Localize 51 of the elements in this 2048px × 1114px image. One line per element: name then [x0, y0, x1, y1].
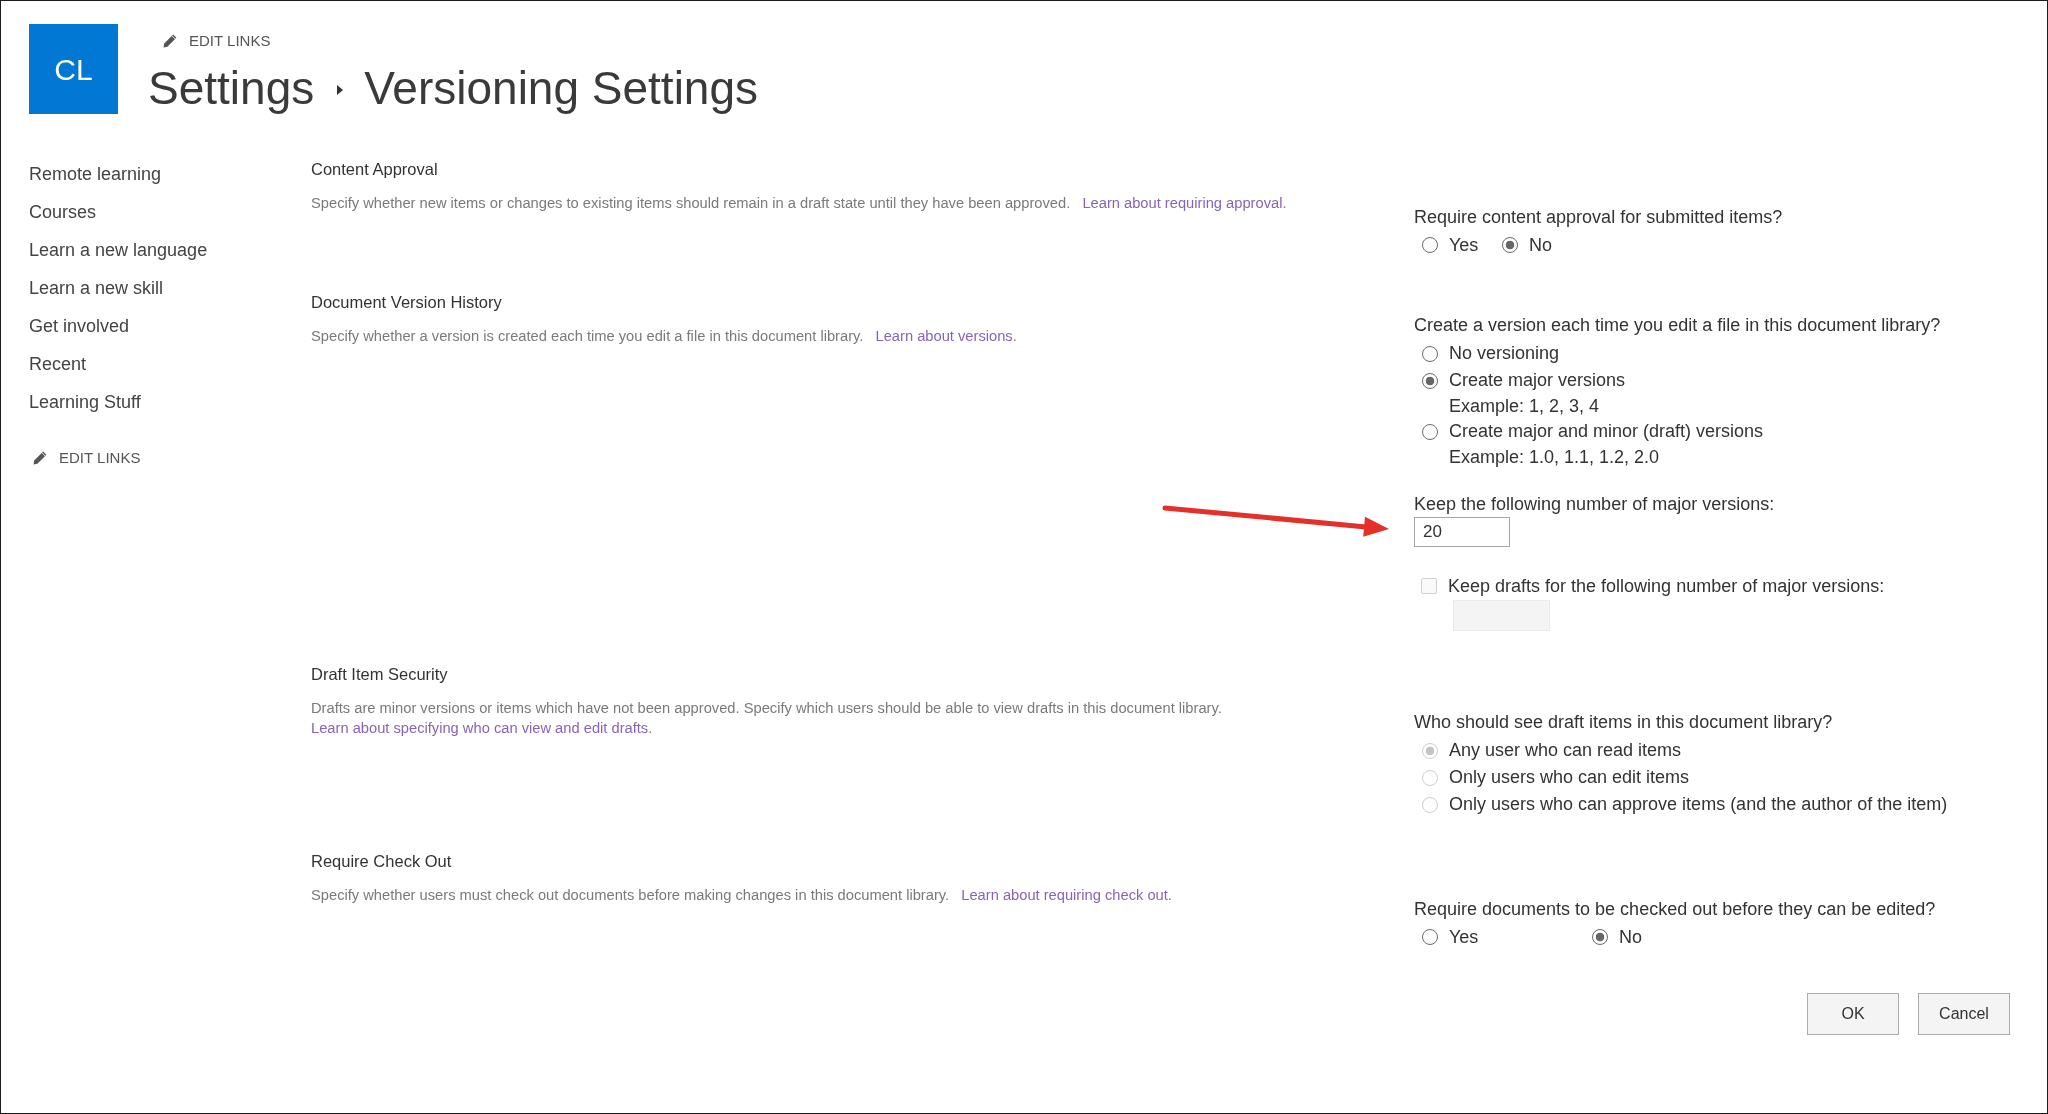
caret-icon	[337, 85, 344, 95]
section-description: Specify whether a version is created each time you edit a file in this document library. Learn about versions.	[311, 327, 1018, 346]
site-logo[interactable]: CL	[29, 24, 118, 114]
action-button[interactable]: OK	[1807, 993, 1899, 1035]
pencil-icon	[163, 34, 177, 48]
section-description: Specify whether new items or changes to existing items should remain in a draft state until they have been approved. Learn about requiring approval.	[311, 194, 1288, 213]
radio-button[interactable]	[1422, 345, 1438, 362]
learn-more-link[interactable]: Learn about specifying who can view and edit drafts.	[311, 720, 653, 736]
radio-button[interactable]	[1502, 237, 1518, 253]
section-title: Content Approval	[311, 159, 439, 180]
radio-button[interactable]	[1422, 423, 1438, 440]
nav-link[interactable]: Learn a new language	[29, 231, 208, 269]
option-label[interactable]: No versioning	[1449, 340, 1560, 367]
action-button[interactable]: Cancel	[1918, 993, 2010, 1035]
nav-link[interactable]: Get involved	[29, 307, 130, 345]
option-example: Example: 1, 2, 3, 4	[1448, 395, 1600, 418]
section-title: Draft Item Security	[311, 664, 449, 685]
learn-more-link[interactable]: Learn about requiring check out.	[961, 887, 1172, 903]
radio-button[interactable]	[1422, 372, 1438, 389]
pencil-icon	[33, 451, 47, 465]
radio-button[interactable]	[1592, 929, 1608, 945]
question-text: Create a version each time you edit a file in this document library?	[1414, 314, 1942, 337]
learn-more-link[interactable]: Learn about versions.	[875, 328, 1017, 344]
option-label[interactable]: Create major and minor (draft) versions	[1449, 418, 1764, 445]
option-example: Example: 1.0, 1.1, 1.2, 2.0	[1448, 446, 1660, 469]
breadcrumb-link[interactable]: Settings	[148, 58, 315, 118]
section-description: Specify whether users must check out documents before making changes in this document library. Learn about requiring check out.	[311, 886, 1173, 905]
radio-button[interactable]	[1422, 929, 1438, 945]
learn-more-link[interactable]: Learn about requiring approval.	[1082, 195, 1287, 211]
nav-link[interactable]: Learn a new skill	[29, 269, 164, 307]
section-title: Document Version History	[311, 292, 503, 313]
option-label[interactable]: Yes	[1449, 923, 1479, 951]
option-label[interactable]: Create major versions	[1449, 367, 1626, 394]
question-text: Who should see draft items in this document library?	[1414, 711, 1834, 734]
field-label: Keep the following number of major versions:	[1414, 493, 1776, 516]
number-input[interactable]: 20	[1414, 517, 1510, 547]
nav-link[interactable]: Courses	[29, 193, 97, 231]
option-label[interactable]: No	[1529, 231, 1552, 259]
section-title: Require Check Out	[311, 851, 453, 872]
nav-link[interactable]: Remote learning	[29, 155, 162, 193]
option-label[interactable]: Yes	[1449, 231, 1479, 259]
section-description: Drafts are minor versions or items which have not been approved. Specify which users should be able to view drafts in this document library. Learn about specifying who can view and edit drafts.	[311, 699, 1223, 738]
nav-link[interactable]: Recent	[29, 345, 87, 383]
question-text: Require documents to be checked out before they can be edited?	[1414, 898, 1937, 921]
radio-button[interactable]	[1422, 237, 1438, 253]
option-label[interactable]: No	[1619, 923, 1642, 951]
edit-links-link[interactable]: EDIT LINKS	[163, 31, 271, 51]
edit-links-link[interactable]: EDIT LINKS	[33, 448, 141, 468]
nav-link[interactable]: Learning Stuff	[29, 383, 141, 421]
page-title: Versioning Settings	[364, 61, 759, 116]
question-text: Require content approval for submitted items?	[1414, 206, 1784, 229]
